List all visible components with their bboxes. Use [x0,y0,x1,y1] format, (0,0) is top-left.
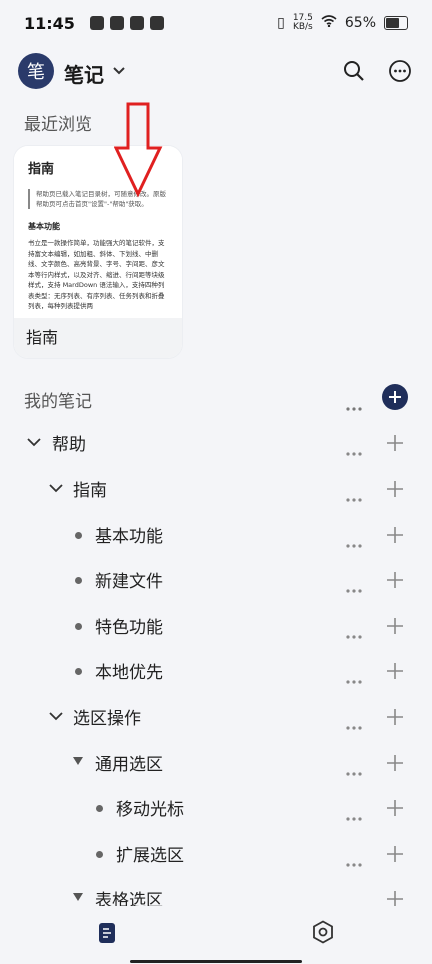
notification-icon [150,16,164,30]
notebook-title[interactable]: 笔记 [64,59,104,88]
tree-row-move-cursor[interactable]: 移动光标 [0,785,432,831]
more-icon[interactable] [388,59,412,87]
row-add-icon[interactable] [386,434,404,456]
avatar[interactable]: 笔 [18,53,54,89]
notes-icon[interactable] [98,922,116,948]
tree-row-label: 移动光标 [116,800,184,820]
notification-icon [110,16,124,30]
row-more-icon[interactable] [346,669,362,688]
row-add-icon[interactable] [386,617,404,639]
status-bar: 11:45 ▯ 17.5 KB/s 65% [0,0,432,50]
chevron-down-icon[interactable] [48,708,64,728]
preview-heading: 基本功能 [28,222,60,231]
plus-icon [389,391,401,403]
status-time: 11:45 [24,14,75,33]
row-more-icon[interactable] [346,761,362,780]
wifi-icon [321,15,337,31]
triangle-down-icon[interactable] [73,757,83,765]
chevron-down-icon[interactable] [26,434,42,454]
speed-unit: KB/s [292,22,313,32]
tree-row-label: 扩展选区 [116,846,184,866]
row-add-icon[interactable] [386,662,404,684]
bullet-icon [75,668,82,675]
network-speed: 17.5 KB/s [293,14,313,32]
search-icon[interactable] [342,59,366,87]
row-more-icon[interactable] [346,533,362,552]
tree-row-label: 选区操作 [73,709,141,729]
recent-section-label: 最近浏览 [24,115,92,135]
tree-row-label: 帮助 [52,435,86,455]
top-bar: 笔 笔记 [0,50,432,94]
tree-row-newfile[interactable]: 新建文件 [0,557,432,603]
tree-row-label: 指南 [73,481,107,501]
chevron-down-icon[interactable] [112,60,126,84]
battery-icon [384,16,408,30]
chevron-down-icon[interactable] [48,480,64,500]
row-add-icon[interactable] [386,845,404,867]
bullet-icon [75,532,82,539]
row-add-icon[interactable] [386,526,404,548]
my-notes-more-icon[interactable] [346,396,362,415]
my-notes-label: 我的笔记 [24,392,92,412]
tree-row-basic[interactable]: 基本功能 [0,512,432,558]
settings-icon[interactable] [312,920,334,948]
row-more-icon[interactable] [346,624,362,643]
row-more-icon[interactable] [346,578,362,597]
row-add-icon[interactable] [386,708,404,730]
row-more-icon[interactable] [346,487,362,506]
row-more-icon[interactable] [346,441,362,460]
tree-row-label: 本地优先 [95,663,163,683]
tree-row-extend-selection[interactable]: 扩展选区 [0,831,432,877]
bullet-icon [96,851,103,858]
tree-row-help[interactable]: 帮助 [0,420,432,466]
notification-icon [90,16,104,30]
row-more-icon[interactable] [346,715,362,734]
tree-row-selection[interactable]: 选区操作 [0,694,432,740]
triangle-down-icon[interactable] [73,893,83,901]
vibrate-icon: ▯ [277,15,285,31]
bullet-icon [75,623,82,630]
tree-row-local[interactable]: 本地优先 [0,648,432,694]
status-right: ▯ 17.5 KB/s 65% [277,14,408,32]
card-footer: 指南 [14,318,182,358]
tree-row-label: 通用选区 [95,755,163,775]
bottom-nav [0,906,432,964]
tree-row-guide[interactable]: 指南 [0,466,432,512]
tree-row-label: 基本功能 [95,527,163,547]
preview-body: 书立是一款操作简单，功能强大的笔记软件，支持富文本编辑，如加粗、斜体、下划线、中… [28,239,165,310]
bullet-icon [96,805,103,812]
card-label: 指南 [26,328,59,347]
tree-row-label: 新建文件 [95,572,163,592]
home-indicator[interactable] [130,960,302,963]
row-add-icon[interactable] [386,480,404,502]
row-more-icon[interactable] [346,852,362,871]
row-more-icon[interactable] [346,806,362,825]
tree-row-features[interactable]: 特色功能 [0,603,432,649]
row-add-icon[interactable] [386,571,404,593]
row-add-icon[interactable] [386,754,404,776]
add-note-button[interactable] [382,384,408,410]
bullet-icon [75,577,82,584]
notification-icon [130,16,144,30]
arrow-annotation-icon [114,102,163,198]
tree-row-label: 特色功能 [95,618,163,638]
tree-row-general-selection[interactable]: 通用选区 [0,740,432,786]
notification-icons [90,16,164,30]
battery-percent: 65% [344,15,376,31]
row-add-icon[interactable] [386,799,404,821]
